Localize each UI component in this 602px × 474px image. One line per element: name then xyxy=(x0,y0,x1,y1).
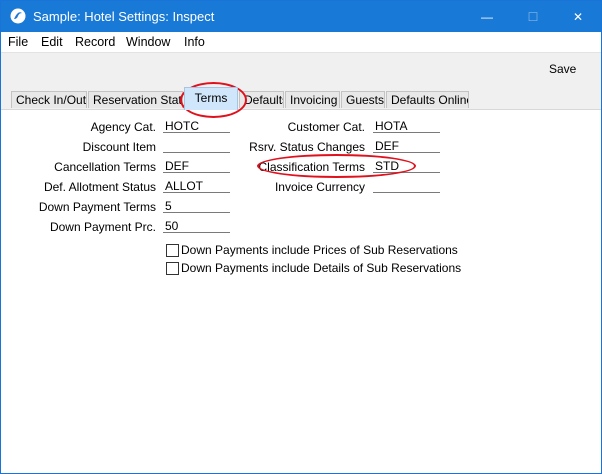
minimize-icon: — xyxy=(481,9,493,24)
menu-edit[interactable]: Edit xyxy=(41,35,63,49)
tab-strip: Check In/Out Reservation Status Terms De… xyxy=(1,85,601,110)
tab-defaults-online[interactable]: Defaults Online xyxy=(386,91,469,108)
tab-label: Guests xyxy=(346,93,385,107)
app-icon xyxy=(10,8,26,24)
cancellation-terms-field[interactable]: DEF xyxy=(163,159,230,173)
agency-cat-field[interactable]: HOTC xyxy=(163,119,230,133)
def-allotment-status-label: Def. Allotment Status xyxy=(43,180,156,194)
menu-file[interactable]: File xyxy=(8,35,28,49)
tab-reservation-status[interactable]: Reservation Status xyxy=(88,91,183,108)
maximize-button[interactable]: ☐ xyxy=(510,1,556,32)
cancellation-terms-label: Cancellation Terms xyxy=(54,160,156,174)
tab-label: Invoicing xyxy=(290,93,338,107)
menu-record[interactable]: Record xyxy=(75,35,115,49)
title-bar[interactable]: Sample: Hotel Settings: Inspect — ☐ ✕ xyxy=(1,1,601,32)
invoice-currency-label: Invoice Currency xyxy=(274,180,365,194)
down-payment-terms-field[interactable]: 5 xyxy=(163,199,230,213)
maximize-icon: ☐ xyxy=(527,9,539,24)
hotel-settings-window: Sample: Hotel Settings: Inspect — ☐ ✕ Fi… xyxy=(0,0,602,474)
tab-terms[interactable]: Terms xyxy=(184,87,238,110)
classification-terms-field[interactable]: STD xyxy=(373,159,440,173)
discount-item-label: Discount Item xyxy=(82,140,156,154)
tab-check-in-out[interactable]: Check In/Out xyxy=(11,91,87,108)
terms-panel: Agency Cat. HOTC Discount Item Cancellat… xyxy=(1,110,601,473)
invoice-currency-field[interactable] xyxy=(373,179,440,193)
close-icon: ✕ xyxy=(572,9,584,24)
tab-label: Defaults xyxy=(244,93,284,107)
agency-cat-label: Agency Cat. xyxy=(90,120,156,134)
save-button[interactable]: Save xyxy=(549,62,576,76)
menu-info[interactable]: Info xyxy=(184,35,205,49)
customer-cat-field[interactable]: HOTA xyxy=(373,119,440,133)
down-payment-prc-label: Down Payment Prc. xyxy=(49,220,156,234)
tab-label: Terms xyxy=(194,91,228,105)
rsrv-status-changes-label: Rsrv. Status Changes xyxy=(249,140,365,154)
menu-window[interactable]: Window xyxy=(126,35,170,49)
prices-sub-reservations-checkbox[interactable] xyxy=(166,244,179,257)
tab-label: Check In/Out xyxy=(16,93,87,107)
tab-invoicing[interactable]: Invoicing xyxy=(285,91,340,108)
tab-guests[interactable]: Guests xyxy=(341,91,385,108)
discount-item-field[interactable] xyxy=(163,139,230,153)
down-payment-prc-field[interactable]: 50 xyxy=(163,219,230,233)
prices-sub-reservations-label: Down Payments include Prices of Sub Rese… xyxy=(181,243,458,257)
tab-defaults[interactable]: Defaults xyxy=(239,91,284,108)
details-sub-reservations-label: Down Payments include Details of Sub Res… xyxy=(181,261,462,275)
tab-label: Defaults Online xyxy=(391,93,469,107)
toolbar: Save xyxy=(1,52,601,86)
rsrv-status-changes-field[interactable]: DEF xyxy=(373,139,440,153)
details-sub-reservations-checkbox[interactable] xyxy=(166,262,179,275)
window-title: Sample: Hotel Settings: Inspect xyxy=(33,9,215,24)
menu-bar: File Edit Record Window Info xyxy=(1,32,601,52)
minimize-button[interactable]: — xyxy=(464,1,510,32)
def-allotment-status-field[interactable]: ALLOT xyxy=(163,179,230,193)
customer-cat-label: Customer Cat. xyxy=(287,120,365,134)
tab-label: Reservation Status xyxy=(93,93,182,107)
down-payment-terms-label: Down Payment Terms xyxy=(38,200,156,214)
classification-terms-label: Classification Terms xyxy=(258,160,365,174)
close-button[interactable]: ✕ xyxy=(555,1,601,32)
